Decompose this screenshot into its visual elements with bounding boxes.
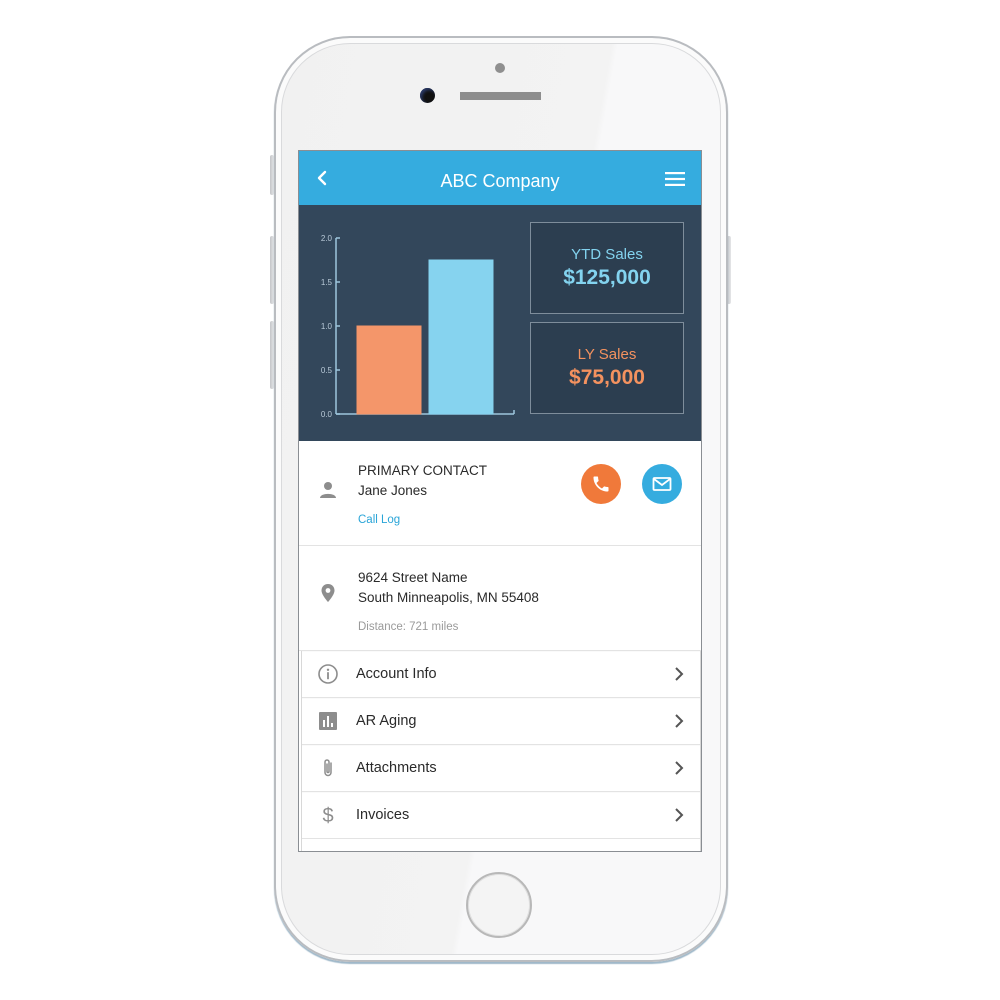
paperclip-icon (324, 759, 332, 777)
menu-item-partial (302, 839, 700, 852)
person-icon (320, 482, 336, 498)
home-button[interactable] (466, 872, 532, 938)
y-tick-label: 1.5 (321, 278, 333, 287)
chevron-right-icon (675, 808, 684, 822)
primary-contact-section: PRIMARY CONTACT Jane Jones Call Log (299, 441, 701, 546)
sales-dashboard: 0.0 0.5 1.0 1.5 2.0 YTD Sales $125,000 LY Sa… (299, 205, 701, 441)
ytd-sales-value: $125,000 (563, 266, 651, 289)
proximity-sensor (495, 63, 505, 73)
info-icon (318, 664, 338, 684)
earpiece-speaker (460, 92, 541, 100)
ytd-sales-card: YTD Sales $125,000 (530, 222, 684, 314)
bar-ytd (428, 259, 494, 415)
menu-item-label: Attachments (356, 760, 437, 776)
call-button[interactable] (581, 464, 621, 504)
partial-icon (316, 851, 342, 852)
ly-sales-card: LY Sales $75,000 (530, 322, 684, 414)
app-header: ABC Company (299, 151, 701, 205)
call-log-link[interactable]: Call Log (358, 514, 400, 526)
ytd-sales-label: YTD Sales (571, 246, 643, 263)
dollar-icon: $ (322, 805, 333, 826)
menu-item-attachments[interactable]: Attachments (302, 745, 700, 792)
chevron-right-icon (675, 714, 684, 728)
app-screen: ABC Company 0.0 0.5 1.0 1.5 2.0 YTD Sales $1… (298, 150, 702, 852)
y-tick-label: 1.0 (321, 322, 333, 331)
menu-button[interactable] (665, 171, 685, 187)
contact-name: Jane Jones (358, 483, 428, 498)
distance-text: Distance: 721 miles (358, 621, 459, 633)
location-pin-icon (321, 584, 335, 602)
ly-sales-label: LY Sales (577, 346, 637, 363)
menu-item-account-info[interactable]: Account Info (302, 651, 700, 698)
menu-item-invoices[interactable]: $ Invoices (302, 792, 700, 839)
hamburger-menu-icon (665, 172, 685, 186)
menu-item-label: AR Aging (356, 713, 417, 729)
menu-item-label: Account Info (356, 666, 437, 682)
menu-item-ar-aging[interactable]: AR Aging (302, 698, 700, 745)
contact-heading: PRIMARY CONTACT (358, 463, 488, 478)
account-menu: Account Info AR Aging Attachments $ Invo… (301, 651, 701, 852)
front-camera (420, 88, 435, 103)
sales-bar-chart: 0.0 0.5 1.0 1.5 2.0 (321, 234, 515, 419)
address-line-1: 9624 Street Name (358, 570, 468, 585)
email-button[interactable] (642, 464, 682, 504)
chevron-right-icon (675, 667, 684, 681)
page-title: ABC Company (440, 171, 560, 191)
address-line-2: South Minneapolis, MN 55408 (358, 590, 539, 605)
phone-icon (593, 476, 609, 492)
chevron-right-icon (675, 761, 684, 775)
address-section: 9624 Street Name South Minneapolis, MN 5… (299, 546, 701, 651)
y-tick-label: 2.0 (321, 234, 333, 243)
bar-chart-icon (319, 712, 337, 730)
bar-ly (356, 325, 422, 415)
svg-text:$: $ (322, 805, 333, 826)
y-tick-label: 0.5 (321, 366, 333, 375)
y-tick-label: 0.0 (321, 410, 333, 419)
ly-sales-value: $75,000 (569, 366, 645, 389)
mail-icon (652, 477, 672, 491)
menu-item-label: Invoices (356, 807, 410, 823)
